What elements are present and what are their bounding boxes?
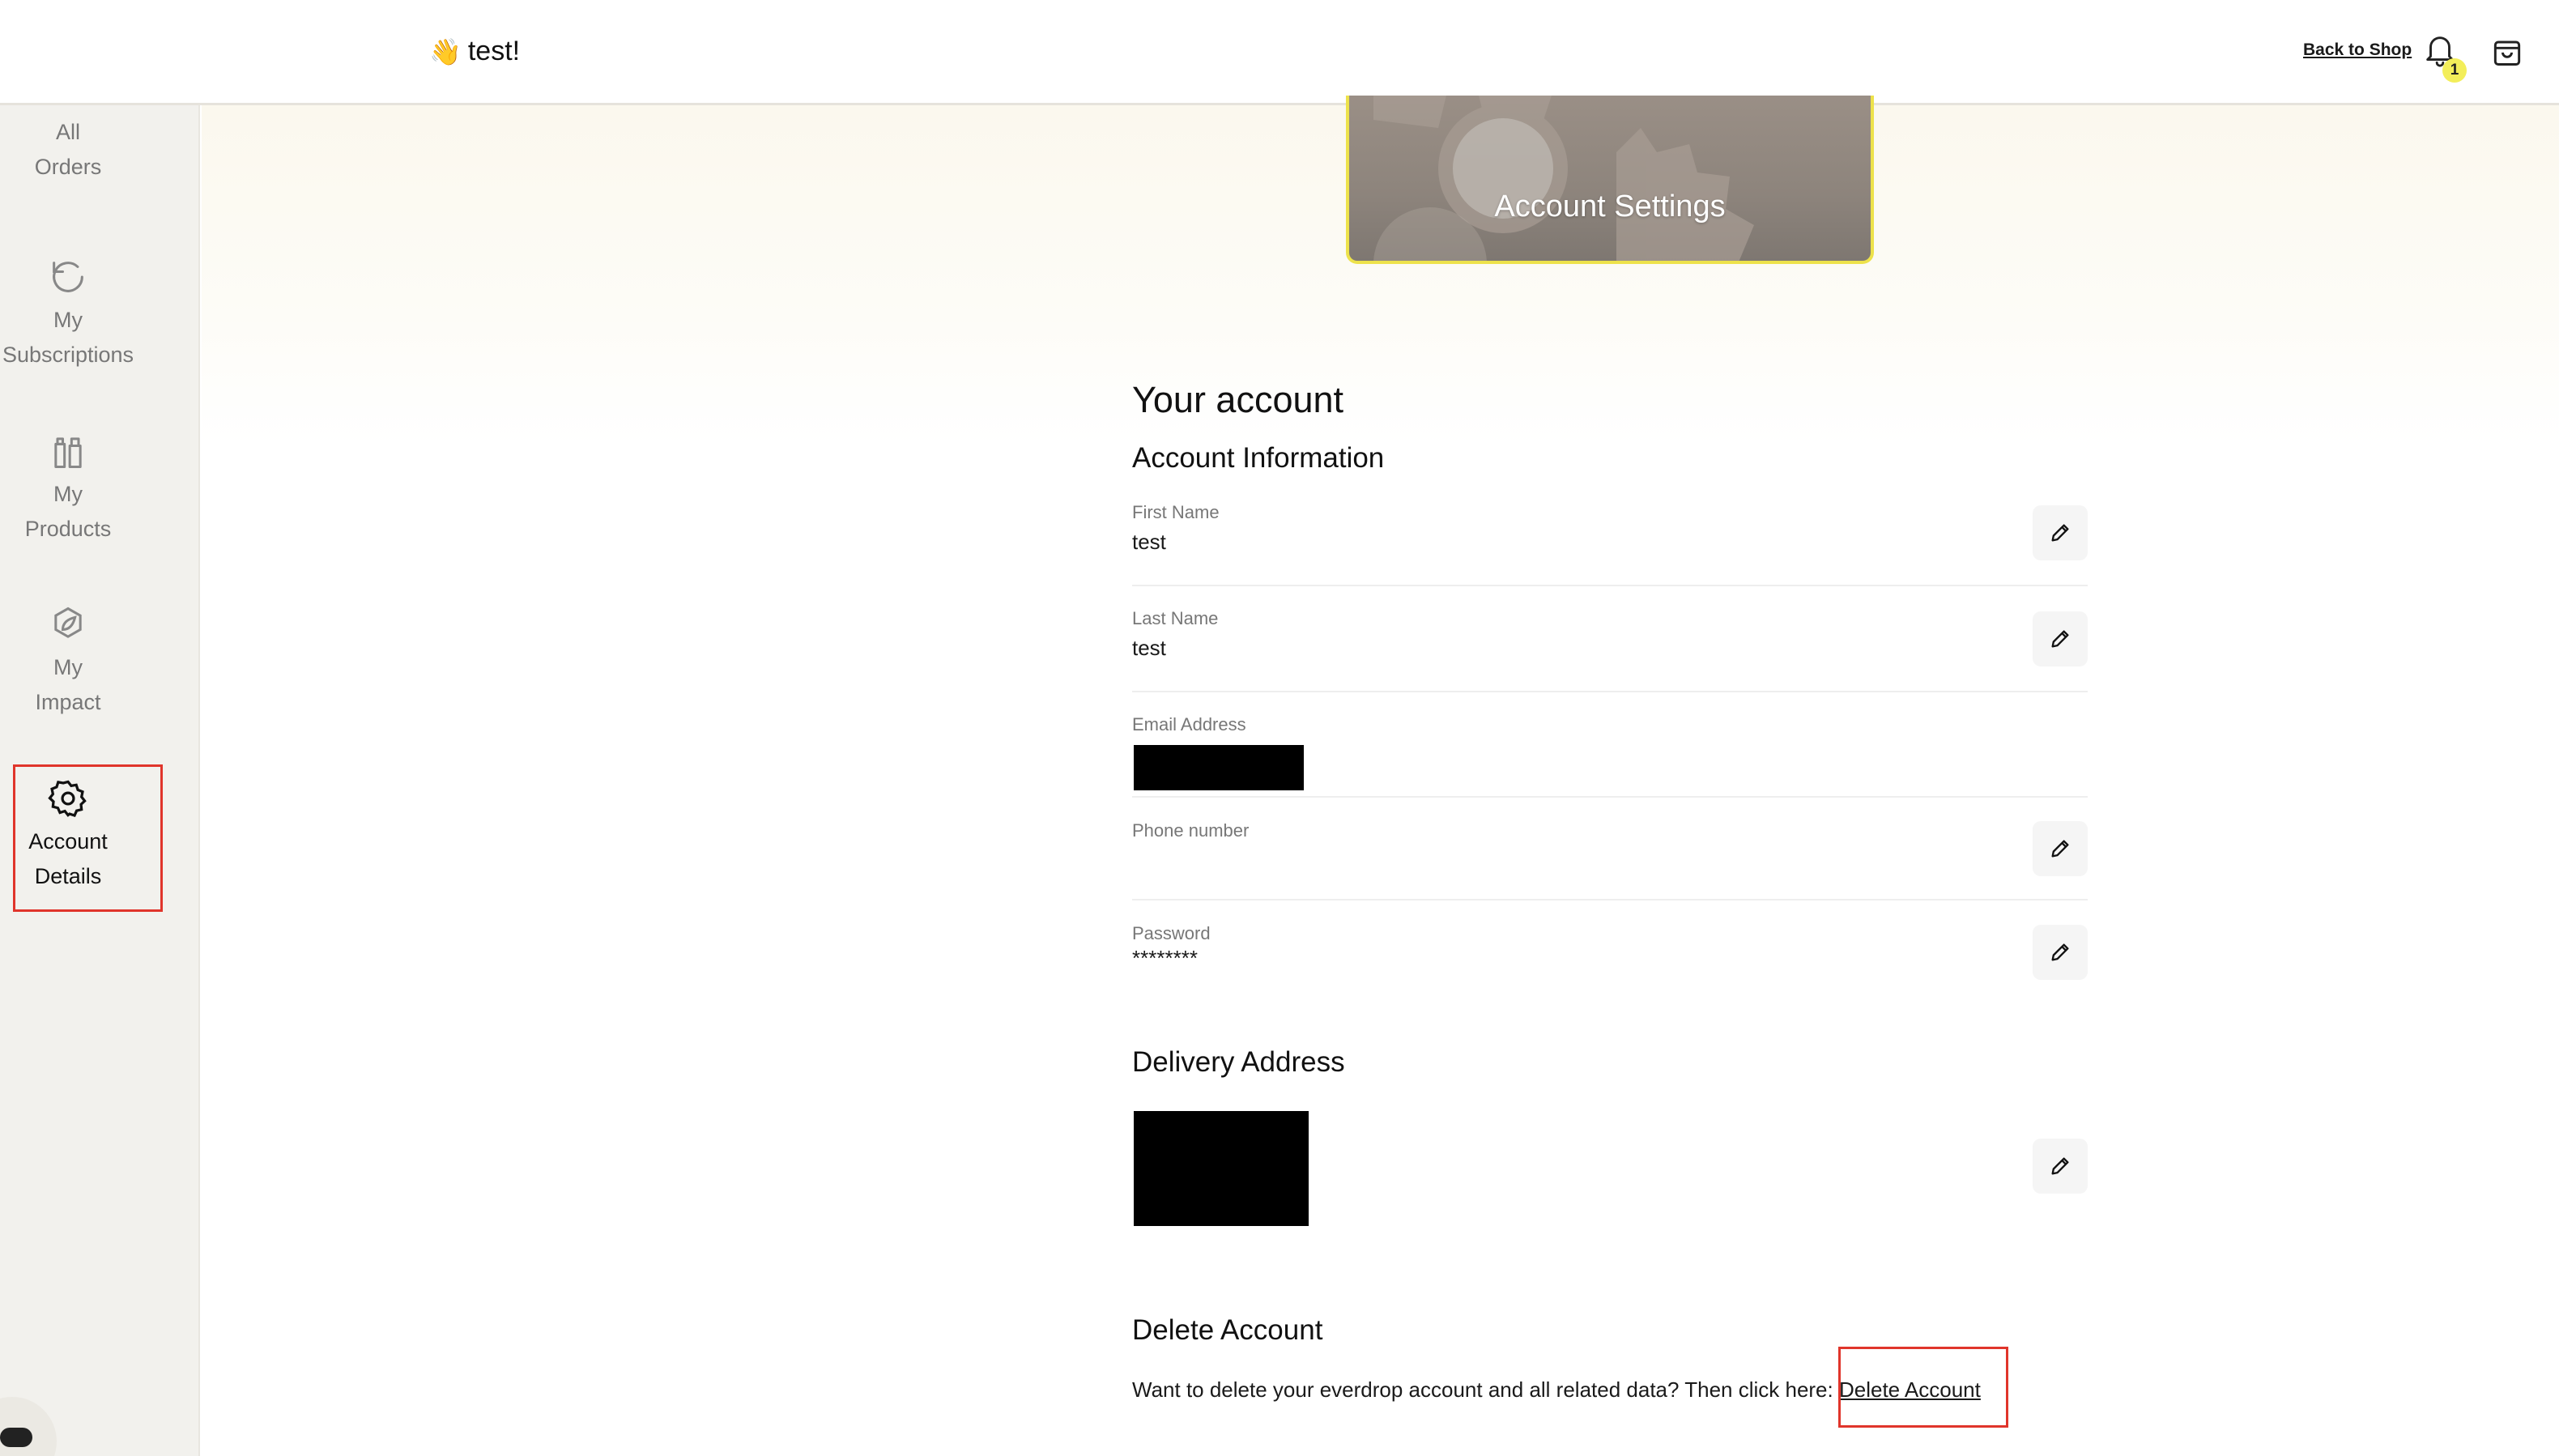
field-label: Email Address [1132, 714, 1246, 734]
divider [1132, 691, 2088, 692]
edit-last-name-button[interactable] [2033, 611, 2088, 666]
refresh-icon [53, 262, 83, 292]
chat-icon [0, 1428, 32, 1447]
phone-number-field: Phone number [1132, 820, 2088, 848]
field-value: test [1132, 530, 1166, 554]
sidebar-item-label: My [53, 655, 83, 679]
field-label: Password [1132, 923, 1211, 943]
edit-phone-button[interactable] [2033, 821, 2088, 876]
divider [1132, 796, 2088, 798]
pencil-icon [2051, 840, 2069, 858]
chat-widget-button[interactable] [0, 1397, 57, 1456]
sidebar-item-label: Impact [35, 690, 101, 714]
field-value: test [1132, 636, 1166, 660]
edit-first-name-button[interactable] [2033, 505, 2088, 560]
back-to-shop-link[interactable]: Back to Shop [2303, 40, 2412, 60]
last-name-field: Last Name test [1132, 608, 2088, 661]
delete-account-heading: Delete Account [1132, 1314, 1323, 1346]
sidebar-item-my-products[interactable]: My Products [0, 430, 136, 547]
sidebar-item-label: Orders [34, 155, 102, 179]
field-label: Phone number [1132, 820, 1250, 841]
greeting-text: test! [467, 36, 521, 66]
sidebar-item-my-subscriptions[interactable]: My Subscriptions [0, 256, 136, 373]
pencil-icon [2051, 943, 2069, 961]
pencil-icon [2051, 1157, 2069, 1175]
edit-address-button[interactable] [2033, 1139, 2088, 1194]
sidebar-item-label: My [53, 482, 83, 506]
account-information-heading: Account Information [1132, 442, 1385, 474]
field-value: ******** [1132, 946, 1198, 970]
account-settings-hero: Account Settings [1346, 96, 1874, 264]
password-field: Password ******** [1132, 923, 2088, 971]
pencil-icon [2051, 630, 2069, 648]
shopping-bag-icon [2493, 40, 2521, 66]
delivery-address-heading: Delivery Address [1132, 1046, 1345, 1078]
page-title: Your account [1132, 379, 1344, 420]
sidebar-item-my-impact[interactable]: My Impact [0, 603, 136, 720]
delete-account-text: Want to delete your everdrop account and… [1132, 1377, 1839, 1402]
divider [1132, 585, 2088, 586]
top-header: 👋 test! Back to Shop 1 [0, 0, 2559, 105]
hero-title: Account Settings [1494, 189, 1726, 224]
sidebar-item-label: Subscriptions [2, 343, 134, 367]
email-field: Email Address [1132, 714, 2088, 735]
greeting: 👋 test! [429, 36, 520, 67]
main-background [202, 105, 2559, 1456]
sidebar-item-label: All [55, 120, 80, 144]
field-label: Last Name [1132, 608, 1219, 628]
cart-button[interactable] [2489, 32, 2525, 71]
sidebar-item-account-details[interactable]: Account Details [0, 764, 163, 912]
highlight-box [13, 764, 163, 912]
pencil-icon [2051, 524, 2069, 542]
sidebar-item-label: My [53, 308, 83, 332]
redacted-email [1134, 745, 1304, 790]
field-label: First Name [1132, 502, 1220, 522]
sidebar: All Orders My Subscriptions My Products … [0, 87, 200, 1456]
redacted-address [1134, 1111, 1309, 1226]
sidebar-item-label: Products [24, 517, 112, 541]
leaf-icon [54, 607, 82, 638]
divider [1132, 899, 2088, 900]
bottles-icon [54, 437, 82, 469]
wave-emoji: 👋 [429, 36, 462, 66]
notifications-button[interactable]: 1 [2421, 31, 2467, 83]
first-name-field: First Name test [1132, 502, 2088, 555]
highlight-box [1838, 1347, 2008, 1428]
edit-password-button[interactable] [2033, 925, 2088, 980]
notification-badge: 1 [2442, 58, 2467, 83]
gears-illustration [1373, 96, 1754, 261]
